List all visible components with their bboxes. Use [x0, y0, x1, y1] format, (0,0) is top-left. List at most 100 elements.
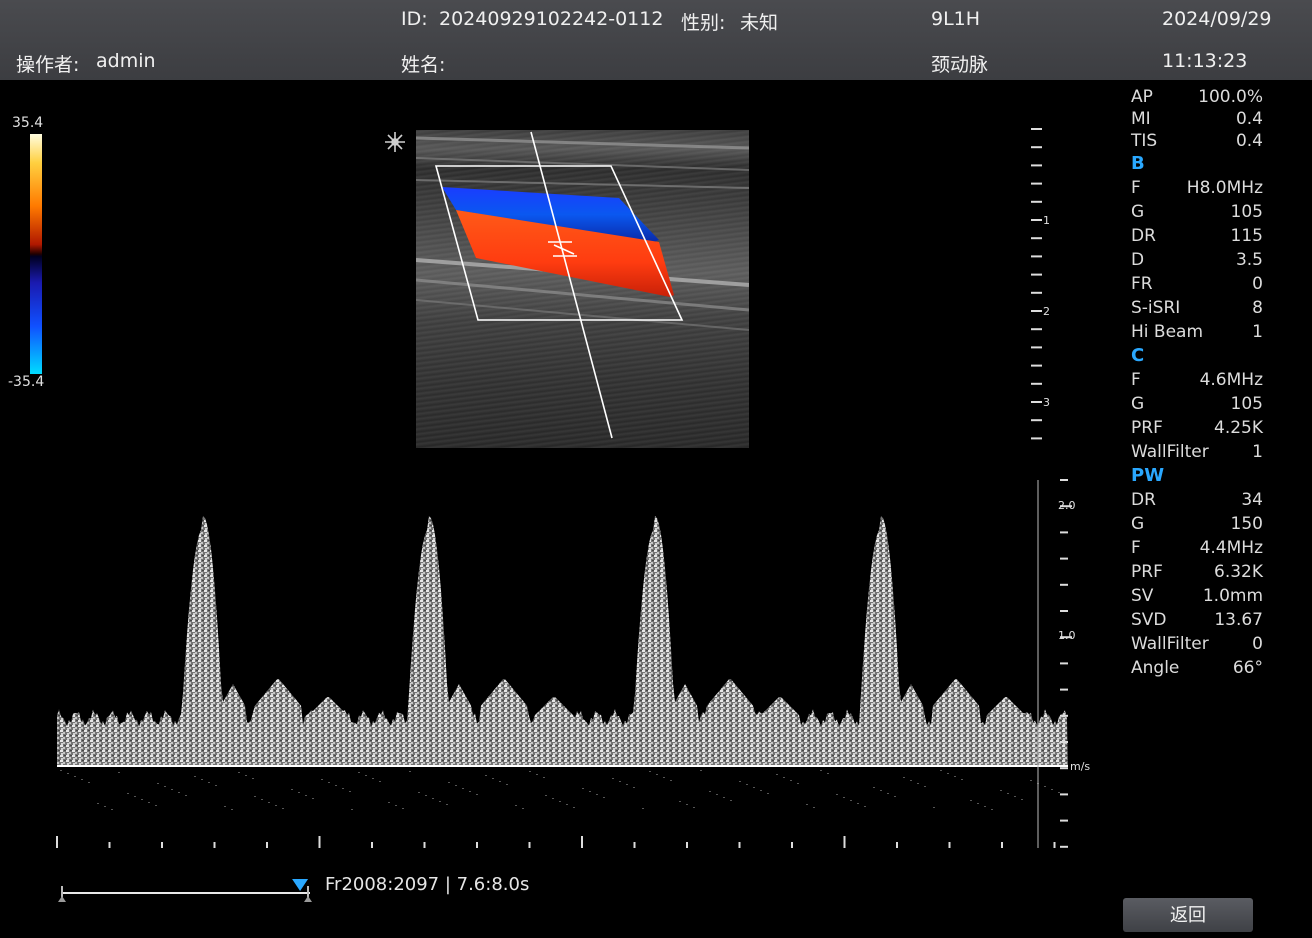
noise-speck — [432, 798, 434, 799]
noise-speck — [224, 806, 226, 807]
noise-speck — [455, 785, 457, 786]
param-pw-g: G 150 — [1131, 514, 1263, 534]
noise-speck — [372, 778, 374, 779]
noise-speck — [321, 779, 323, 780]
noise-speck — [238, 772, 240, 773]
velocity-label-1: 1.0 — [1058, 629, 1076, 642]
noise-speck — [806, 804, 808, 805]
info-header: 操作者: admin ID: 20240929102242-0112 性别: 未… — [0, 0, 1312, 80]
param-pw-sv: SV 1.0mm — [1131, 586, 1263, 606]
depth-scale: 1 2 3 — [1031, 128, 1050, 440]
param-c-g: G 105 — [1131, 394, 1263, 414]
noise-speck — [776, 774, 778, 775]
noise-speck — [194, 776, 196, 777]
cine-end-handle[interactable] — [304, 896, 312, 902]
cine-slider[interactable] — [56, 872, 318, 908]
noise-speck — [118, 772, 120, 773]
noise-speck — [171, 789, 173, 790]
noise-speck — [282, 808, 284, 809]
cine-playhead[interactable] — [292, 879, 309, 891]
parameter-panel: AP 100.0% MI 0.4 TIS 0.4 B F H8.0MHz G 105 DR… — [1131, 86, 1263, 680]
depth-label: 2 — [1043, 305, 1050, 318]
noise-speck — [469, 791, 471, 792]
noise-speck — [305, 795, 307, 796]
noise-speck — [335, 785, 337, 786]
noise-speck — [148, 802, 150, 803]
noise-speck — [418, 792, 420, 793]
noise-speck — [215, 785, 217, 786]
param-pw-svd: SVD 13.67 — [1131, 610, 1263, 630]
tissue-band — [416, 157, 749, 171]
noise-speck — [291, 789, 293, 790]
pw-doppler-spectrum[interactable]: 2.0 1.0 m/s — [0, 470, 1110, 855]
param-b-fr: FR 0 — [1131, 274, 1263, 294]
noise-speck — [686, 804, 688, 805]
noise-speck — [351, 809, 353, 810]
noise-speck — [873, 787, 875, 788]
noise-speck — [499, 781, 501, 782]
noise-speck — [589, 791, 591, 792]
noise-speck — [670, 780, 672, 781]
noise-speck — [626, 784, 628, 785]
param-b-d: D 3.5 — [1131, 250, 1263, 270]
noise-speck — [1007, 793, 1009, 794]
noise-speck — [857, 803, 859, 804]
noise-speck — [813, 807, 815, 808]
noise-speck — [402, 808, 404, 809]
noise-speck — [649, 771, 651, 772]
noise-speck — [739, 781, 741, 782]
cine-start-handle[interactable] — [58, 896, 66, 902]
noise-speck — [164, 786, 166, 787]
noise-speck — [515, 805, 517, 806]
noise-speck — [552, 798, 554, 799]
noise-speck — [760, 790, 762, 791]
noise-speck — [208, 782, 210, 783]
doppler-cursor-line[interactable] — [530, 131, 613, 439]
velocity-label-2: 2.0 — [1058, 499, 1076, 512]
param-b-s-isri: S-iSRI 8 — [1131, 298, 1263, 318]
noise-speck — [312, 798, 314, 799]
below-baseline-noise — [60, 770, 1060, 810]
noise-speck — [679, 801, 681, 802]
noise-speck — [619, 781, 621, 782]
noise-speck — [127, 793, 129, 794]
param-b-g: G 105 — [1131, 202, 1263, 222]
section-c-title: C — [1131, 345, 1145, 366]
noise-speck — [1021, 799, 1023, 800]
noise-speck — [88, 782, 90, 783]
back-button[interactable]: 返回 — [1123, 898, 1253, 932]
noise-speck — [1058, 792, 1060, 793]
noise-speck — [1014, 796, 1016, 797]
noise-speck — [529, 771, 531, 772]
color-scale-min: -35.4 — [8, 374, 45, 390]
noise-speck — [492, 778, 494, 779]
noise-speck — [74, 776, 76, 777]
noise-speck — [984, 806, 986, 807]
noise-speck — [746, 784, 748, 785]
exam-preset: 颈动脉 — [931, 54, 989, 76]
doppler-waveform — [57, 516, 1068, 766]
patient-id-value: 20240929102242-0112 — [439, 8, 664, 30]
noise-speck — [268, 802, 270, 803]
noise-speck — [693, 807, 695, 808]
noise-speck — [700, 770, 702, 771]
section-pw-title: PW — [1131, 465, 1165, 486]
noise-speck — [1051, 789, 1053, 790]
noise-speck — [633, 787, 635, 788]
noise-speck — [298, 792, 300, 793]
velocity-unit: m/s — [1070, 760, 1090, 773]
noise-speck — [582, 788, 584, 789]
noise-speck — [409, 771, 411, 772]
noise-speck — [596, 794, 598, 795]
noise-speck — [185, 795, 187, 796]
noise-speck — [545, 795, 547, 796]
param-mi: MI 0.4 — [1131, 109, 1263, 129]
noise-speck — [462, 788, 464, 789]
noise-speck — [559, 801, 561, 802]
param-ap: AP 100.0% — [1131, 87, 1263, 107]
noise-speck — [395, 805, 397, 806]
color-flow-overlay — [416, 131, 749, 439]
param-c-prf: PRF 4.25K — [1131, 418, 1263, 438]
noise-speck — [358, 772, 360, 773]
color-scale-max: 35.4 — [12, 115, 44, 131]
